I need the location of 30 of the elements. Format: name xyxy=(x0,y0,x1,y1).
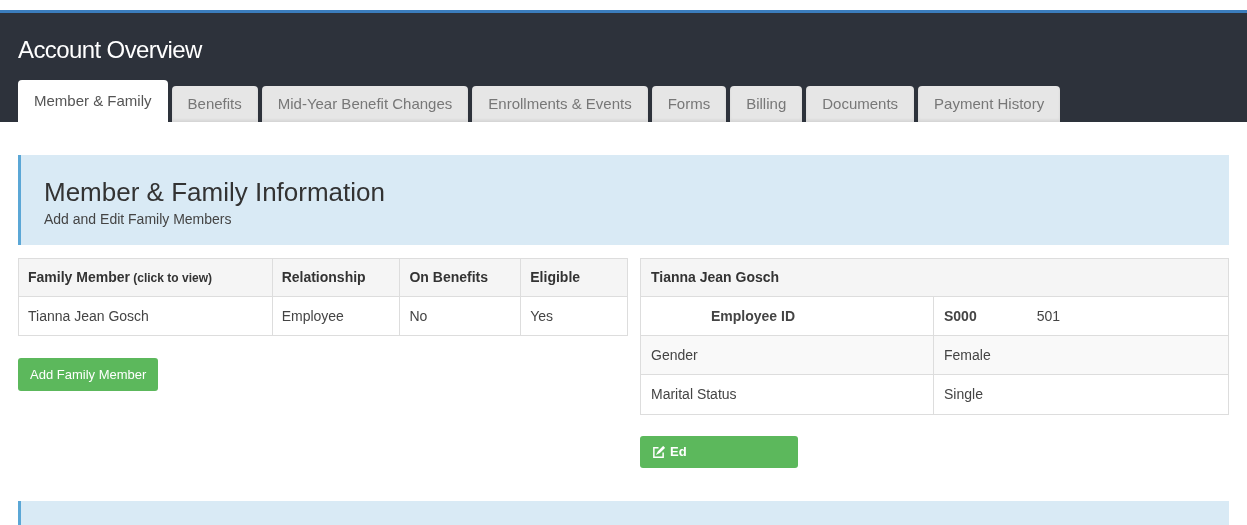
panel-heading: Tianna Jean Gosch xyxy=(641,259,1228,297)
field-label: Gender xyxy=(650,345,699,365)
tab[interactable]: Payment History xyxy=(918,86,1061,122)
column-header: On Benefits xyxy=(399,258,521,297)
tab[interactable]: Benefits xyxy=(171,86,258,122)
table-cell: No xyxy=(399,296,521,336)
edit-button[interactable]: Ed xyxy=(640,436,798,468)
table-cell: Employee xyxy=(272,296,400,336)
tab[interactable]: Documents xyxy=(806,86,915,122)
edit-icon xyxy=(652,445,665,459)
field-label: Marital Status xyxy=(650,385,738,404)
section-subtitle: Add and Edit Family Members xyxy=(44,210,233,229)
field-label: Employee ID xyxy=(710,306,797,326)
field-value: Female xyxy=(944,345,991,365)
field-value: 501 xyxy=(1036,306,1061,326)
column-header: Eligible xyxy=(520,258,628,297)
tab[interactable]: Forms xyxy=(651,86,727,122)
tab[interactable]: Mid-Year Benefit Changes xyxy=(261,86,469,122)
table-cell: Yes xyxy=(520,296,628,336)
tab[interactable]: Billing xyxy=(730,86,803,122)
field-value: S000 xyxy=(944,306,977,326)
tab[interactable]: Member & Family xyxy=(18,80,168,122)
column-header: Family Member (click to view) xyxy=(18,258,273,297)
field-value: Single xyxy=(944,385,983,404)
column-header: Relationship xyxy=(272,258,400,297)
page-title: Account Overview xyxy=(18,35,204,65)
add-family-member-button[interactable]: Add Family Member xyxy=(18,358,159,391)
tab[interactable]: Enrollments & Events xyxy=(472,86,648,122)
section-title: Member & Family Information xyxy=(44,177,386,207)
member-name-link[interactable]: Tianna Jean Gosch xyxy=(18,296,273,336)
